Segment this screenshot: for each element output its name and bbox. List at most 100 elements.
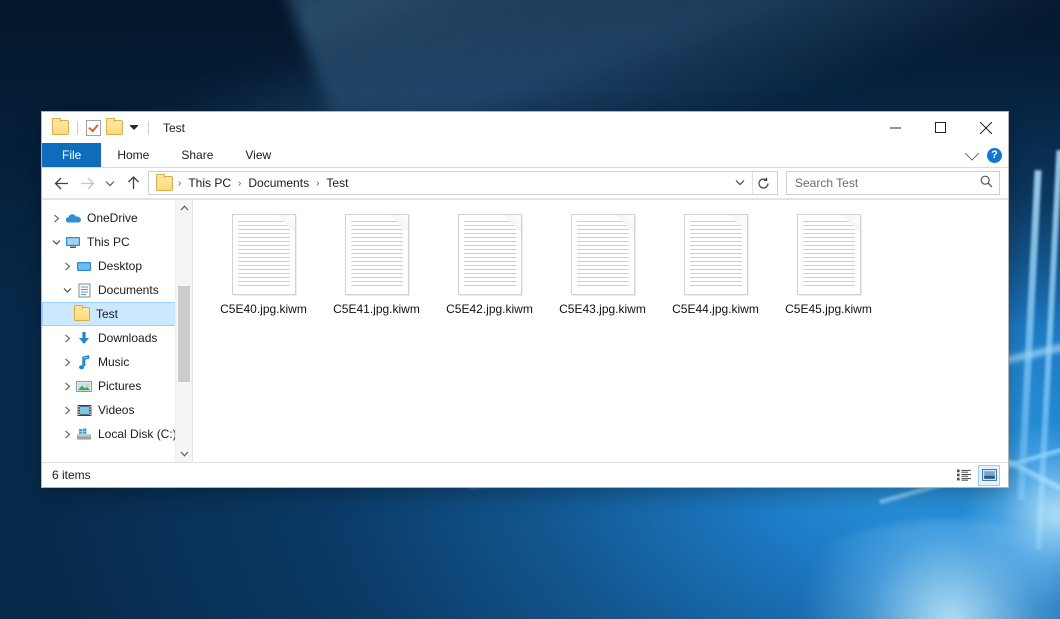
breadcrumb-dropdown-icon[interactable] <box>730 178 750 188</box>
sidebar-label-downloads: Downloads <box>98 331 157 345</box>
sidebar-item-documents[interactable]: Documents <box>42 278 192 302</box>
chevron-right-icon[interactable] <box>59 262 75 271</box>
document-lines <box>238 221 290 288</box>
sidebar-label-onedrive: OneDrive <box>87 211 138 225</box>
breadcrumb-separator-0: › <box>177 178 182 189</box>
breadcrumb-item-documents[interactable]: Documents <box>244 176 313 190</box>
music-note-icon <box>75 354 93 370</box>
scrollbar-thumb[interactable] <box>178 286 190 382</box>
sidebar-item-onedrive[interactable]: OneDrive <box>42 206 192 230</box>
file-item[interactable]: C5E43.jpg.kiwm <box>546 212 659 316</box>
breadcrumb-item-test[interactable]: Test <box>322 176 352 190</box>
generic-document-icon <box>797 214 861 295</box>
breadcrumb-separator-2: › <box>315 178 320 189</box>
videos-film-icon <box>75 402 93 418</box>
recent-locations-button[interactable] <box>102 172 118 194</box>
generic-document-icon <box>345 214 409 295</box>
properties-checkbox-icon[interactable] <box>86 120 101 136</box>
view-mode-buttons <box>954 463 1000 487</box>
ribbon-right-controls: ? <box>967 143 1002 167</box>
large-icons-view-button[interactable] <box>978 465 1000 486</box>
status-bar: 6 items <box>42 462 1008 487</box>
search-box[interactable] <box>786 171 1000 195</box>
search-input[interactable] <box>793 175 980 191</box>
file-name-label: C5E43.jpg.kiwm <box>559 302 646 316</box>
document-lines <box>464 221 516 288</box>
chevron-right-icon[interactable] <box>59 382 75 391</box>
back-button[interactable] <box>50 172 72 194</box>
chevron-right-icon[interactable] <box>59 334 75 343</box>
this-pc-monitor-icon <box>64 234 82 250</box>
scroll-down-arrow-icon[interactable] <box>176 446 192 462</box>
chevron-down-icon[interactable] <box>965 147 979 161</box>
sidebar-label-pictures: Pictures <box>98 379 141 393</box>
generic-document-icon <box>232 214 296 295</box>
tab-view[interactable]: View <box>229 143 287 167</box>
file-grid: C5E40.jpg.kiwm C5E41.jpg.kiwm <box>207 212 1008 316</box>
sidebar-item-downloads[interactable]: Downloads <box>42 326 192 350</box>
document-lines <box>577 221 629 288</box>
file-name-label: C5E44.jpg.kiwm <box>672 302 759 316</box>
file-item[interactable]: C5E40.jpg.kiwm <box>207 212 320 316</box>
pictures-icon <box>75 378 93 394</box>
generic-document-icon <box>458 214 522 295</box>
item-count-label: 6 items <box>52 468 91 482</box>
file-name-label: C5E45.jpg.kiwm <box>785 302 872 316</box>
new-folder-icon[interactable] <box>106 120 123 135</box>
details-view-button[interactable] <box>954 466 974 485</box>
address-bar: › This PC › Documents › Test <box>42 168 1008 199</box>
tab-home[interactable]: Home <box>101 143 165 167</box>
help-icon[interactable]: ? <box>987 148 1002 163</box>
up-button[interactable] <box>122 172 144 194</box>
scroll-up-arrow-icon[interactable] <box>176 200 192 216</box>
file-explorer-window: Test File Home Share View ? <box>42 112 1008 487</box>
file-item[interactable]: C5E42.jpg.kiwm <box>433 212 546 316</box>
chevron-right-icon[interactable] <box>48 214 64 223</box>
breadcrumb-item-this-pc[interactable]: This PC <box>184 176 235 190</box>
search-icon <box>980 175 993 191</box>
breadcrumb-folder-icon <box>156 176 173 191</box>
forward-button[interactable] <box>76 172 98 194</box>
sidebar-item-pictures[interactable]: Pictures <box>42 374 192 398</box>
close-button[interactable] <box>963 112 1008 143</box>
folder-icon[interactable] <box>52 120 69 135</box>
breadcrumb[interactable]: › This PC › Documents › Test <box>148 171 778 195</box>
generic-document-icon <box>684 214 748 295</box>
file-item[interactable]: C5E45.jpg.kiwm <box>772 212 885 316</box>
file-list-view[interactable]: C5E40.jpg.kiwm C5E41.jpg.kiwm <box>193 200 1008 462</box>
refresh-icon[interactable] <box>752 172 773 194</box>
file-item[interactable]: C5E41.jpg.kiwm <box>320 212 433 316</box>
chevron-right-icon[interactable] <box>59 358 75 367</box>
navigation-pane: OneDrive This PC <box>42 200 193 462</box>
sidebar-item-desktop[interactable]: Desktop <box>42 254 192 278</box>
title-bar: Test <box>42 112 1008 143</box>
onedrive-cloud-icon <box>64 210 82 226</box>
toolbar-divider <box>77 121 78 135</box>
sidebar-item-music[interactable]: Music <box>42 350 192 374</box>
file-item[interactable]: C5E44.jpg.kiwm <box>659 212 772 316</box>
chevron-right-icon[interactable] <box>59 430 75 439</box>
chevron-right-icon[interactable] <box>59 406 75 415</box>
maximize-button[interactable] <box>918 112 963 143</box>
documents-icon <box>75 282 93 298</box>
sidebar-label-local-disk: Local Disk (C:) <box>98 427 177 441</box>
tab-share[interactable]: Share <box>165 143 229 167</box>
document-lines <box>690 221 742 288</box>
chevron-down-icon[interactable] <box>48 239 64 246</box>
sidebar-item-local-disk[interactable]: Local Disk (C:) <box>42 422 192 446</box>
sidebar-item-test[interactable]: Test <box>42 302 192 326</box>
window-controls <box>873 112 1008 143</box>
minimize-button[interactable] <box>873 112 918 143</box>
tab-file[interactable]: File <box>42 143 101 167</box>
chevron-down-icon[interactable] <box>59 287 75 294</box>
sidebar-item-this-pc[interactable]: This PC <box>42 230 192 254</box>
sidebar-item-videos[interactable]: Videos <box>42 398 192 422</box>
customize-quick-access-caret-icon[interactable] <box>130 126 138 130</box>
document-lines <box>351 221 403 288</box>
sidebar-scrollbar[interactable] <box>175 200 192 462</box>
sidebar-label-documents: Documents <box>98 283 159 297</box>
folder-icon <box>73 306 91 322</box>
folder-tree: OneDrive This PC <box>42 200 192 446</box>
sidebar-label-test: Test <box>96 307 118 321</box>
sidebar-label-desktop: Desktop <box>98 259 142 273</box>
